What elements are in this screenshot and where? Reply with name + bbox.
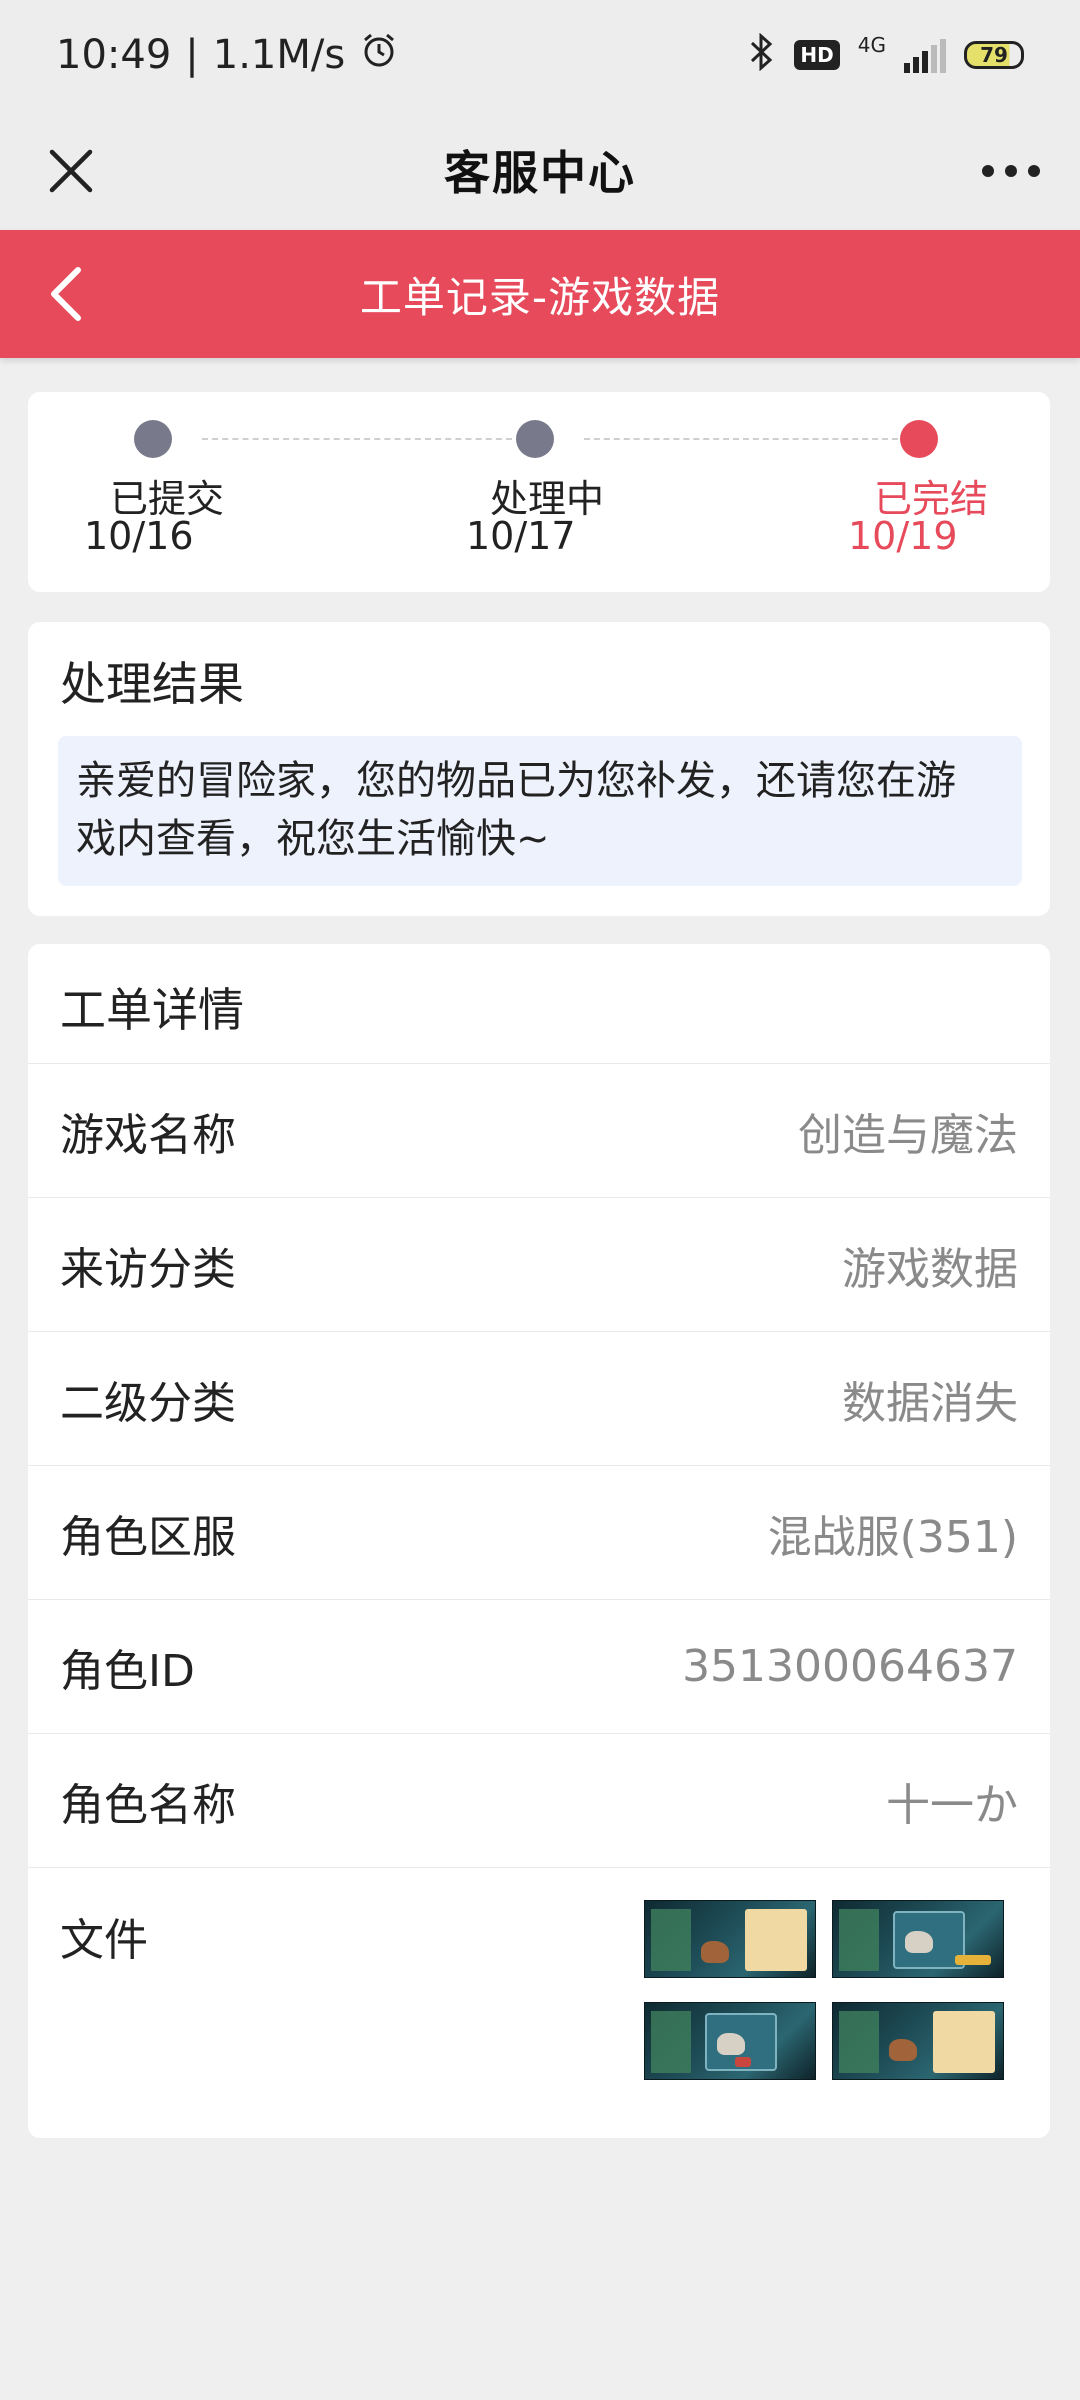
signal-icon xyxy=(904,37,946,73)
result-line: 亲爱的冒险家，您的物品已为您补发，还请您在游 xyxy=(76,758,956,804)
result-message: 亲爱的冒险家，您的物品已为您补发，还请您在游 戏内查看，祝您生活愉快~ xyxy=(58,736,1022,886)
bluetooth-icon xyxy=(746,32,776,78)
file-thumbnail[interactable] xyxy=(832,2002,1004,2080)
page-title: 工单记录-游戏数据 xyxy=(359,272,721,322)
page-header: 工单记录-游戏数据 xyxy=(0,230,1080,358)
status-divider: | xyxy=(185,32,199,78)
file-thumbnail[interactable] xyxy=(832,1900,1004,1978)
detail-row-subcategory: 二级分类 数据消失 xyxy=(28,1332,1050,1466)
close-button[interactable] xyxy=(36,136,106,206)
detail-row-role-id: 角色ID 351300064637 xyxy=(28,1600,1050,1734)
row-label: 角色名称 xyxy=(60,1779,236,1831)
battery-indicator: 79 xyxy=(964,41,1024,69)
step-dot xyxy=(516,420,554,458)
file-thumbnail[interactable] xyxy=(644,1900,816,1978)
status-time: 10:49 xyxy=(56,32,172,78)
row-value: 351300064637 xyxy=(682,1641,1018,1692)
files-label: 文件 xyxy=(60,1915,148,1966)
progress-card: 已提交 10/16 处理中 10/17 已完结 10/19 xyxy=(28,392,1050,592)
row-value: 混战服(351) xyxy=(767,1511,1018,1563)
back-button[interactable] xyxy=(34,262,98,326)
status-speed: 1.1M/s xyxy=(212,32,346,78)
ticket-details-card: 工单详情 游戏名称 创造与魔法 来访分类 游戏数据 二级分类 数据消失 角色区服… xyxy=(28,944,1050,2138)
more-button[interactable] xyxy=(976,136,1046,206)
step-date: 10/19 xyxy=(848,514,958,558)
network-type: 4G xyxy=(857,32,886,57)
status-left: 10:49 | 1.1M/s xyxy=(56,30,399,80)
row-value: 十一か xyxy=(886,1779,1018,1831)
row-label: 角色区服 xyxy=(60,1511,236,1563)
result-card: 处理结果 亲爱的冒险家，您的物品已为您补发，还请您在游 戏内查看，祝您生活愉快~ xyxy=(28,622,1050,916)
row-label: 二级分类 xyxy=(60,1377,236,1429)
details-title: 工单详情 xyxy=(60,983,244,1037)
detail-row-server: 角色区服 混战服(351) xyxy=(28,1466,1050,1600)
row-label: 游戏名称 xyxy=(60,1109,236,1161)
detail-row-category: 来访分类 游戏数据 xyxy=(28,1198,1050,1332)
nav-title: 客服中心 xyxy=(444,146,636,200)
close-icon xyxy=(49,149,93,193)
nav-header: 客服中心 xyxy=(0,110,1080,230)
progress-line xyxy=(584,438,898,440)
row-label: 角色ID xyxy=(60,1645,195,1697)
chevron-left-icon xyxy=(51,267,81,321)
step-date: 10/17 xyxy=(466,514,576,558)
row-value: 数据消失 xyxy=(842,1377,1018,1429)
hd-badge: HD xyxy=(794,40,840,70)
row-value: 创造与魔法 xyxy=(798,1109,1018,1161)
status-bar: 10:49 | 1.1M/s HD 4G 79 xyxy=(0,0,1080,110)
result-line: 戏内查看，祝您生活愉快~ xyxy=(76,816,550,862)
result-title: 处理结果 xyxy=(60,657,244,711)
alarm-icon xyxy=(359,30,399,80)
status-right: HD 4G 79 xyxy=(746,32,1024,78)
detail-row-game-name: 游戏名称 创造与魔法 xyxy=(28,1064,1050,1198)
progress-line xyxy=(202,438,512,440)
step-dot xyxy=(900,420,938,458)
step-date: 10/16 xyxy=(84,514,194,558)
details-header: 工单详情 xyxy=(28,944,1050,1064)
more-dots-icon xyxy=(982,165,1040,177)
row-label: 来访分类 xyxy=(60,1243,236,1295)
detail-row-role-name: 角色名称 十一か xyxy=(28,1734,1050,1868)
step-dot xyxy=(134,420,172,458)
file-thumbnail[interactable] xyxy=(644,2002,816,2080)
row-value: 游戏数据 xyxy=(842,1243,1018,1295)
